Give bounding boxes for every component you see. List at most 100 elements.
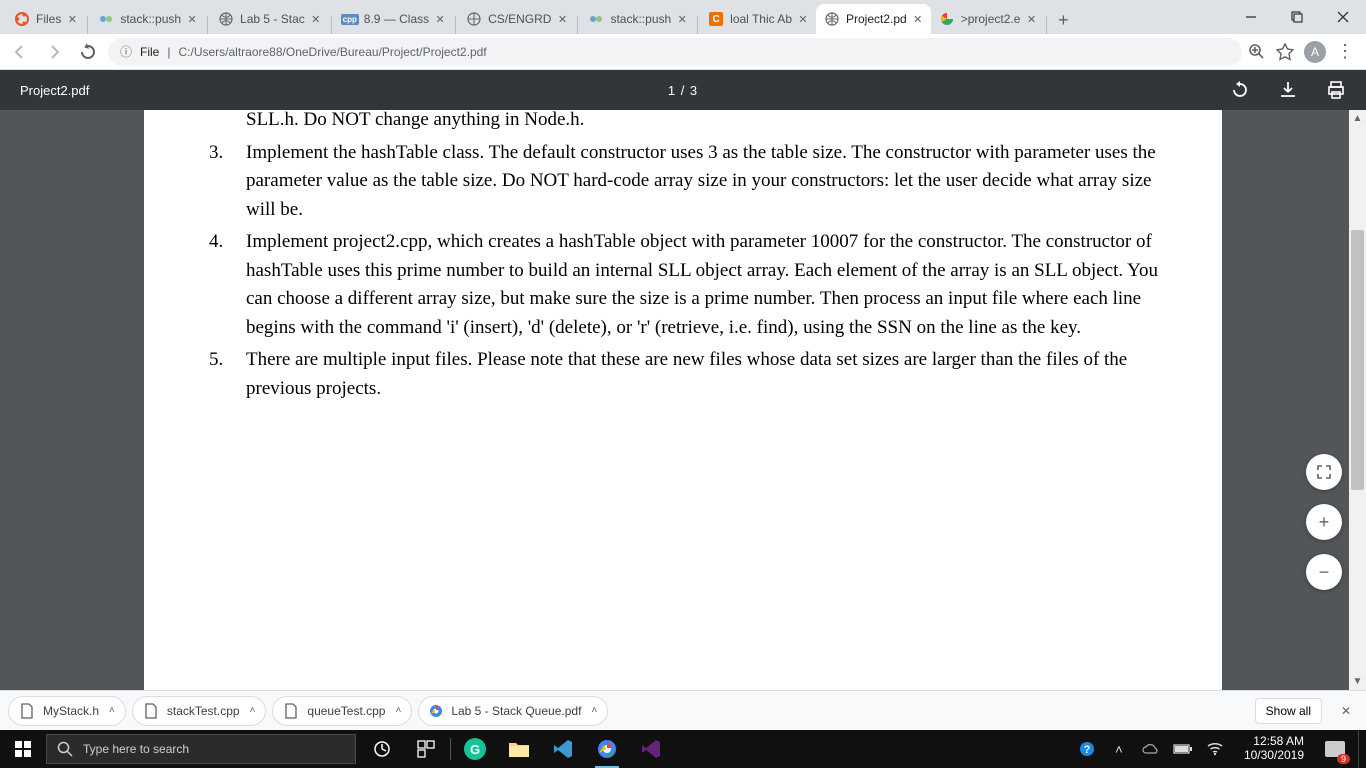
zoom-in-button[interactable]: + [1306, 504, 1342, 540]
tab-google[interactable]: >project2.e ✕ [931, 4, 1045, 34]
taskbar-app-grammarly[interactable]: G [455, 730, 495, 768]
tab-89class[interactable]: cpp 8.9 — Class ✕ [334, 4, 453, 34]
close-icon[interactable]: ✕ [796, 12, 810, 26]
tab-label: Lab 5 - Stac [240, 12, 305, 26]
ubuntu-icon [14, 11, 30, 27]
start-button[interactable] [0, 730, 46, 768]
search-placeholder: Type here to search [83, 742, 189, 756]
chevron-up-icon[interactable]: ˄ [395, 705, 401, 716]
taskbar-app-explorer[interactable] [499, 730, 539, 768]
google-icon [939, 11, 955, 27]
cortana-icon[interactable] [406, 730, 446, 768]
tab-lab5[interactable]: Lab 5 - Stac ✕ [210, 4, 329, 34]
site-info-icon[interactable]: ⓘ [120, 43, 132, 60]
pdf-title: Project2.pdf [20, 83, 89, 98]
tab-files[interactable]: Files ✕ [6, 4, 85, 34]
chevron-up-icon[interactable]: ˄ [250, 705, 256, 716]
close-icon[interactable]: ✕ [433, 12, 447, 26]
print-icon[interactable] [1326, 80, 1346, 100]
pdf-page: SLL.h. Do NOT change anything in Node.h.… [144, 110, 1222, 690]
vertical-scrollbar[interactable]: ▲ ▼ [1349, 110, 1366, 690]
taskbar-app-visualstudio[interactable] [631, 730, 671, 768]
download-chip[interactable]: MyStack.h ˄ [8, 696, 126, 726]
onedrive-icon[interactable] [1140, 738, 1162, 760]
download-chip[interactable]: queueTest.cpp ˄ [272, 696, 412, 726]
taskbar-apps: G [362, 730, 671, 768]
download-icon[interactable] [1278, 80, 1298, 100]
pdf-list-item: There are multiple input files. Please n… [228, 346, 1174, 403]
nav-back-button[interactable] [6, 38, 34, 66]
tray-chevron-icon[interactable]: ˄ [1108, 738, 1130, 760]
window-controls [1228, 0, 1366, 34]
url-path: C:/Users/altraore88/OneDrive/Bureau/Proj… [178, 45, 486, 59]
tab-chegg[interactable]: C loal Thic Ab ✕ [700, 4, 816, 34]
pdf-toolbar: Project2.pdf 1 / 3 [0, 70, 1366, 110]
new-tab-button[interactable]: + [1049, 6, 1077, 34]
action-center-icon[interactable]: 9 [1322, 736, 1348, 762]
pdf-viewport[interactable]: SLL.h. Do NOT change anything in Node.h.… [0, 110, 1366, 690]
notification-badge: 9 [1337, 754, 1350, 764]
close-icon[interactable]: ✕ [1024, 12, 1038, 26]
omnibox[interactable]: ⓘ File | C:/Users/altraore88/OneDrive/Bu… [108, 38, 1242, 66]
zoom-icon[interactable] [1248, 43, 1266, 61]
taskbar-search[interactable]: Type here to search [46, 734, 356, 764]
scroll-up-icon[interactable]: ▲ [1349, 110, 1366, 127]
tab-stackpush-2[interactable]: stack::push ✕ [580, 4, 695, 34]
close-icon[interactable]: ✕ [309, 12, 323, 26]
chrome-icon [429, 704, 443, 718]
tab-label: >project2.e [961, 12, 1021, 26]
tab-label: CS/ENGRD [488, 12, 551, 26]
pdf-list-item: Implement project2.cpp, which creates a … [228, 228, 1174, 342]
pdf-page-indicator: 1 / 3 [668, 83, 698, 98]
help-icon[interactable]: ? [1076, 738, 1098, 760]
scroll-down-icon[interactable]: ▼ [1349, 673, 1366, 690]
taskbar-app-vscode[interactable] [543, 730, 583, 768]
download-filename: Lab 5 - Stack Queue.pdf [451, 704, 581, 718]
bookmark-icon[interactable] [1276, 43, 1294, 61]
toolbar-right: A ⋮ [1248, 41, 1360, 63]
globe-icon [466, 11, 482, 27]
close-shelf-button[interactable]: ✕ [1334, 699, 1358, 723]
minimize-button[interactable] [1228, 0, 1274, 34]
tab-label: Project2.pd [846, 12, 907, 26]
tab-stackpush-1[interactable]: stack::push ✕ [90, 4, 205, 34]
tab-label: loal Thic Ab [730, 12, 792, 26]
download-chip[interactable]: Lab 5 - Stack Queue.pdf ˄ [418, 696, 608, 726]
zoom-out-button[interactable]: − [1306, 554, 1342, 590]
close-window-button[interactable] [1320, 0, 1366, 34]
fit-page-button[interactable] [1306, 454, 1342, 490]
cppref-icon [588, 11, 604, 27]
file-icon [19, 703, 35, 719]
chegg-icon: C [708, 11, 724, 27]
show-all-downloads-button[interactable]: Show all [1255, 698, 1322, 724]
maximize-button[interactable] [1274, 0, 1320, 34]
clock-time: 12:58 AM [1244, 735, 1304, 749]
pdf-list-item: Implement the hashTable class. The defau… [228, 139, 1174, 225]
downloads-shelf: MyStack.h ˄ stackTest.cpp ˄ queueTest.cp… [0, 690, 1366, 730]
nav-forward-button[interactable] [40, 38, 68, 66]
profile-avatar[interactable]: A [1304, 41, 1326, 63]
close-icon[interactable]: ✕ [911, 12, 925, 26]
close-icon[interactable]: ✕ [185, 12, 199, 26]
close-icon[interactable]: ✕ [555, 12, 569, 26]
reload-button[interactable] [74, 38, 102, 66]
chevron-up-icon[interactable]: ˄ [591, 705, 597, 716]
wifi-icon[interactable] [1204, 738, 1226, 760]
close-icon[interactable]: ✕ [675, 12, 689, 26]
kebab-menu-icon[interactable]: ⋮ [1336, 41, 1354, 62]
task-view-icon[interactable] [362, 730, 402, 768]
chevron-up-icon[interactable]: ˄ [109, 705, 115, 716]
tab-label: stack::push [610, 12, 671, 26]
battery-icon[interactable] [1172, 738, 1194, 760]
scrollbar-thumb[interactable] [1351, 230, 1364, 490]
taskbar-app-chrome[interactable] [587, 730, 627, 768]
svg-text:?: ? [1084, 744, 1091, 756]
show-desktop-button[interactable] [1358, 730, 1364, 768]
tab-project2-active[interactable]: Project2.pd ✕ [816, 4, 931, 34]
close-icon[interactable]: ✕ [65, 12, 79, 26]
download-chip[interactable]: stackTest.cpp ˄ [132, 696, 267, 726]
taskbar-clock[interactable]: 12:58 AM 10/30/2019 [1236, 735, 1312, 763]
tab-csengrd[interactable]: CS/ENGRD ✕ [458, 4, 575, 34]
rotate-icon[interactable] [1230, 80, 1250, 100]
file-icon [283, 703, 299, 719]
